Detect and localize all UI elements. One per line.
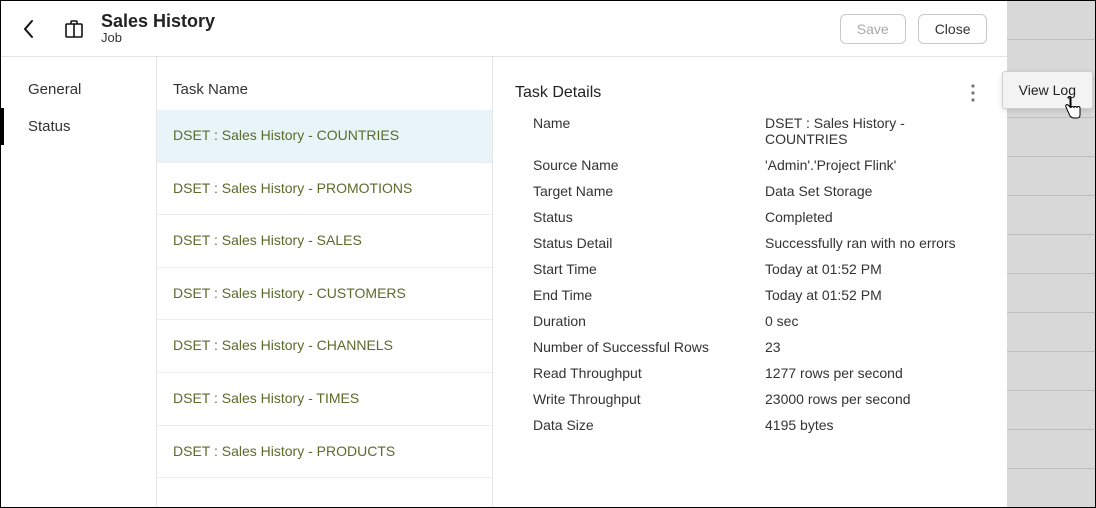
task-row[interactable]: DSET : Sales History - SALES xyxy=(157,215,492,268)
header: Sales History Job Save Close xyxy=(1,1,1007,57)
detail-label: Start Time xyxy=(533,261,753,277)
detail-label: Name xyxy=(533,115,753,147)
detail-label: Data Size xyxy=(533,417,753,433)
back-button[interactable] xyxy=(17,17,41,41)
detail-value: Data Set Storage xyxy=(765,183,985,199)
detail-value: 'Admin'.'Project Flink' xyxy=(765,157,985,173)
task-row[interactable]: DSET : Sales History - TIMES xyxy=(157,373,492,426)
close-button[interactable]: Close xyxy=(918,14,988,44)
sidebar: General Status xyxy=(1,57,157,507)
page-subtitle: Job xyxy=(101,31,215,46)
detail-label: Number of Successful Rows xyxy=(533,339,753,355)
detail-value: 0 sec xyxy=(765,313,985,329)
task-list: Task Name DSET : Sales History - COUNTRI… xyxy=(157,57,493,507)
detail-value: Successfully ran with no errors xyxy=(765,235,985,251)
more-menu-button[interactable] xyxy=(961,81,985,105)
detail-value: 1277 rows per second xyxy=(765,365,985,381)
page-title: Sales History xyxy=(101,11,215,32)
detail-value: 4195 bytes xyxy=(765,417,985,433)
detail-value: Completed xyxy=(765,209,985,225)
detail-label: Target Name xyxy=(533,183,753,199)
detail-label: Source Name xyxy=(533,157,753,173)
detail-value: 23000 rows per second xyxy=(765,391,985,407)
sidebar-item-general[interactable]: General xyxy=(1,71,156,108)
task-row[interactable]: DSET : Sales History - PRODUCTS xyxy=(157,426,492,479)
task-details-title: Task Details xyxy=(515,84,601,102)
detail-label: Write Throughput xyxy=(533,391,753,407)
detail-value: DSET : Sales History - COUNTRIES xyxy=(765,115,985,147)
task-row[interactable]: DSET : Sales History - PROMOTIONS xyxy=(157,163,492,216)
task-list-header: Task Name xyxy=(157,57,492,110)
view-log-menu-item[interactable]: View Log xyxy=(1002,71,1093,109)
detail-value: Today at 01:52 PM xyxy=(765,287,985,303)
task-row[interactable]: DSET : Sales History - CHANNELS xyxy=(157,320,492,373)
task-details: Task Details Name DSET : Sales History -… xyxy=(493,57,1007,507)
task-row[interactable]: DSET : Sales History - COUNTRIES xyxy=(157,110,492,163)
detail-label: End Time xyxy=(533,287,753,303)
details-grid: Name DSET : Sales History - COUNTRIES So… xyxy=(533,115,985,433)
task-row[interactable]: DSET : Sales History - CUSTOMERS xyxy=(157,268,492,321)
detail-label: Duration xyxy=(533,313,753,329)
detail-label: Status Detail xyxy=(533,235,753,251)
job-icon xyxy=(63,18,85,40)
detail-label: Read Throughput xyxy=(533,365,753,381)
detail-label: Status xyxy=(533,209,753,225)
sidebar-item-status[interactable]: Status xyxy=(1,108,156,145)
detail-value: Today at 01:52 PM xyxy=(765,261,985,277)
detail-value: 23 xyxy=(765,339,985,355)
save-button[interactable]: Save xyxy=(840,14,906,44)
